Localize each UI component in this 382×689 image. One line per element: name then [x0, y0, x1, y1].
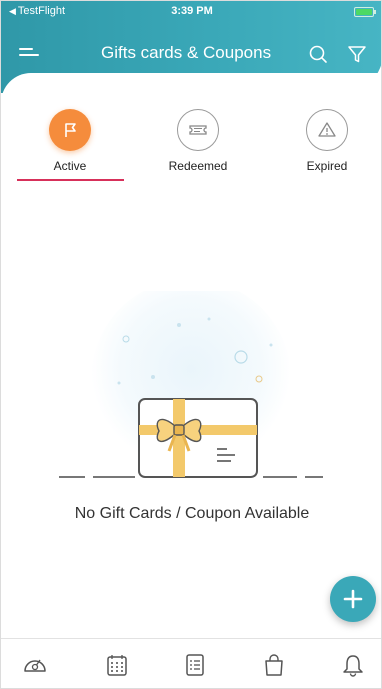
tab-label: Expired	[306, 159, 348, 173]
page-title: Gifts cards & Coupons	[101, 43, 272, 62]
bell-icon[interactable]	[339, 651, 367, 679]
tab-active[interactable]: Active	[20, 109, 120, 185]
bottom-navigation	[1, 638, 381, 688]
empty-state-message: No Gift Cards / Coupon Available	[74, 505, 310, 522]
dashboard-icon[interactable]	[21, 651, 49, 679]
ticket-icon	[177, 109, 219, 151]
gift-card-illustration	[59, 291, 323, 479]
search-icon[interactable]	[307, 43, 329, 65]
filter-icon[interactable]	[346, 43, 368, 65]
header-curve	[1, 73, 381, 103]
checklist-icon[interactable]	[181, 651, 209, 679]
plus-icon	[343, 589, 363, 609]
status-tabs: Active Redeemed Expired	[1, 109, 381, 189]
add-gift-card-button[interactable]	[330, 576, 376, 622]
status-bar: ◀ TestFlight 3:39 PM	[1, 1, 381, 23]
calendar-icon[interactable]	[103, 651, 131, 679]
tab-label: Active	[53, 159, 87, 173]
shopping-bag-icon[interactable]	[260, 651, 288, 679]
tab-label: Redeemed	[168, 159, 228, 173]
tab-redeemed[interactable]: Redeemed	[148, 109, 248, 185]
battery-icon	[354, 7, 376, 17]
tab-expired[interactable]: Expired	[277, 109, 377, 185]
flag-icon	[49, 109, 91, 151]
menu-icon[interactable]	[19, 45, 41, 63]
app-screen: ◀ TestFlight 3:39 PM Gifts cards & Coupo…	[0, 0, 382, 689]
status-time: 3:39 PM	[171, 5, 213, 17]
warning-icon	[306, 109, 348, 151]
active-tab-indicator	[17, 179, 124, 181]
